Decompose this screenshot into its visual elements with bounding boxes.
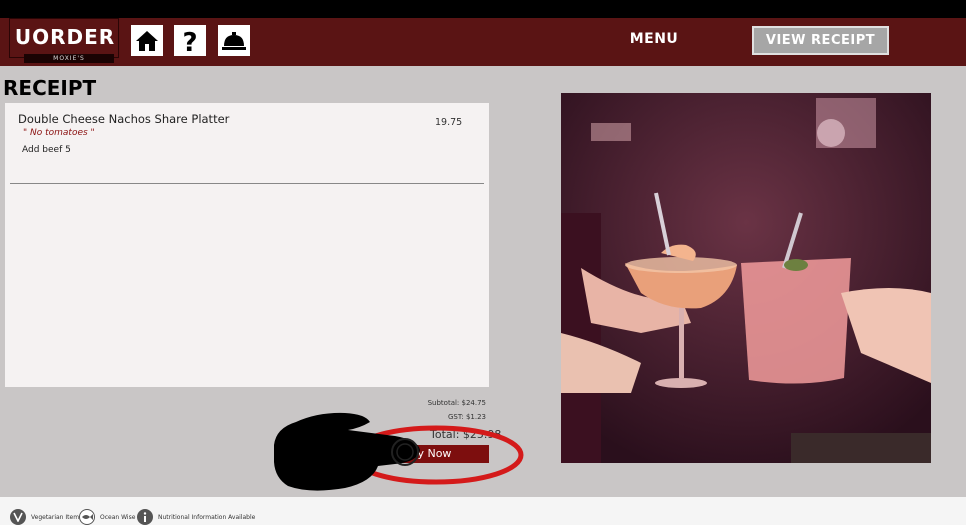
- view-receipt-button[interactable]: VIEW RECEIPT: [752, 26, 889, 55]
- gst-text: GST: $1.23: [448, 413, 486, 421]
- help-icon: ?: [182, 28, 197, 54]
- item-price: 19.75: [435, 117, 463, 128]
- receipt-title: RECEIPT: [3, 76, 97, 100]
- help-button[interactable]: ?: [174, 25, 206, 56]
- svg-text:?: ?: [182, 28, 197, 54]
- uorder-logo[interactable]: UORDER MOXIE'S: [9, 18, 119, 63]
- item-name[interactable]: Double Cheese Nachos Share Platter: [18, 112, 229, 126]
- top-bar: [0, 0, 966, 18]
- promo-photo: [561, 93, 931, 463]
- receipt-panel: Double Cheese Nachos Share Platter 19.75…: [5, 103, 489, 387]
- ocean-wise-icon: [79, 509, 95, 525]
- item-note: " No tomatoes ": [23, 128, 95, 138]
- legend-ocean-wise: Ocean Wise: [79, 509, 135, 525]
- legend-label: Vegetarian Item: [31, 513, 80, 521]
- legend-label: Nutritional Information Available: [158, 513, 256, 521]
- pay-now-button[interactable]: Pay Now: [367, 445, 489, 463]
- brand-name: UORDER: [14, 25, 116, 49]
- receipt-divider: [10, 183, 484, 184]
- service-bell-icon: [222, 31, 246, 50]
- total-text: Total: $25.98: [430, 428, 502, 441]
- call-server-button[interactable]: [218, 25, 250, 56]
- home-icon: [136, 30, 158, 51]
- legend-vegetarian: Vegetarian Item: [10, 509, 79, 525]
- vegetarian-icon: [10, 509, 26, 525]
- brand-subtitle: MOXIE'S: [24, 54, 114, 63]
- home-button[interactable]: [131, 25, 163, 56]
- item-addon: Add beef 5: [22, 145, 71, 155]
- menu-link[interactable]: MENU: [618, 31, 690, 47]
- subtotal-text: Subtotal: $24.75: [427, 399, 486, 407]
- legend-label: Ocean Wise: [100, 513, 136, 521]
- info-icon: [137, 509, 153, 525]
- legend-nutrition: Nutritional Information Available: [137, 509, 255, 525]
- drinks-cheers-image: [561, 93, 931, 463]
